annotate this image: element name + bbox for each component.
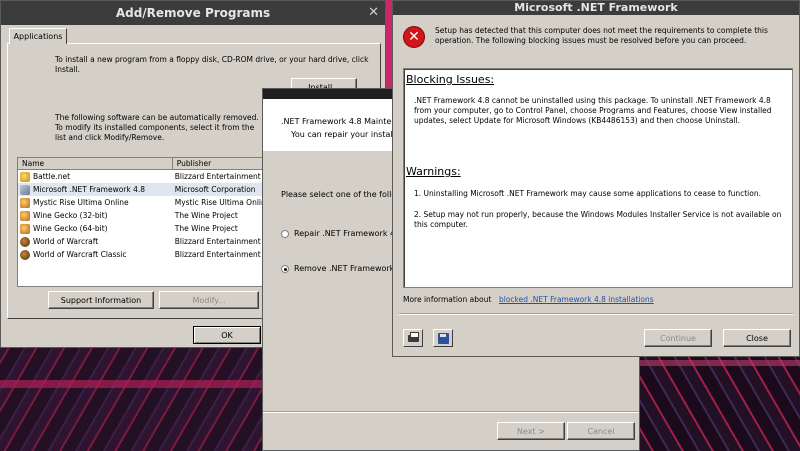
program-name: Microsoft .NET Framework 4.8 [33, 185, 146, 194]
next-button[interactable]: Next > [497, 422, 565, 440]
ok-button[interactable]: OK [193, 326, 261, 344]
error-icon: ✕ [403, 26, 425, 48]
printer-icon [408, 332, 419, 342]
list-item[interactable]: Wine Gecko (32-bit) The Wine Project [18, 209, 266, 222]
list-item[interactable]: Battle.net Blizzard Entertainment [18, 170, 266, 183]
battlenet-icon [20, 171, 30, 182]
program-publisher: Blizzard Entertainment [174, 172, 261, 181]
blocking-issues-box[interactable]: Blocking Issues: .NET Framework 4.8 cann… [403, 68, 793, 288]
modify-button[interactable]: Modify... [159, 291, 259, 309]
wallpaper-line-left [0, 380, 262, 388]
program-name: World of Warcraft [33, 237, 99, 246]
wine-icon [20, 197, 30, 208]
program-publisher: Microsoft Corporation [174, 185, 256, 194]
maintenance-separator [263, 411, 639, 413]
save-icon [438, 333, 449, 344]
remove-radio[interactable] [281, 265, 289, 273]
support-information-button[interactable]: Support Information [48, 291, 154, 309]
remove-instructions: The following software can be automatica… [55, 113, 259, 142]
close-button[interactable]: Close [723, 329, 791, 347]
arp-title: Add/Remove Programs [115, 6, 271, 20]
list-item[interactable]: Mystic Rise Ultima Online Mystic Rise Ul… [18, 196, 266, 209]
more-info-label: More information about [403, 295, 492, 304]
program-name: World of Warcraft Classic [33, 250, 127, 259]
continue-button[interactable]: Continue [644, 329, 712, 347]
program-publisher: Blizzard Entertainment [174, 250, 261, 259]
installed-programs-list[interactable]: Name Publisher Battle.net Blizzard Enter… [17, 157, 267, 287]
wallpaper-line-right [640, 360, 800, 366]
wallpaper-pattern-left [0, 345, 262, 451]
blocking-issue-text: .NET Framework 4.8 cannot be uninstalled… [414, 96, 772, 125]
netfw-title: Microsoft .NET Framework [514, 1, 678, 14]
save-button[interactable] [433, 329, 453, 347]
list-item[interactable]: World of Warcraft Blizzard Entertainment [18, 235, 266, 248]
wine-icon [20, 210, 30, 221]
wine-icon [20, 223, 30, 234]
dialog-separator [399, 313, 793, 315]
more-info-link[interactable]: blocked .NET Framework 4.8 installations [499, 295, 654, 304]
program-name: Wine Gecko (32-bit) [33, 211, 108, 220]
wow-icon [20, 236, 30, 247]
cancel-button[interactable]: Cancel [567, 422, 635, 440]
program-publisher: Blizzard Entertainment [174, 237, 261, 246]
column-name[interactable]: Name [18, 158, 173, 169]
repair-radio[interactable] [281, 230, 289, 238]
tab-applications[interactable]: Applications [9, 28, 67, 44]
list-item[interactable]: World of Warcraft Classic Blizzard Enter… [18, 248, 266, 261]
program-publisher: The Wine Project [174, 224, 238, 233]
setup-message: Setup has detected that this computer do… [435, 26, 768, 45]
warning-item: 2. Setup may not run properly, because t… [414, 210, 782, 229]
program-name: Mystic Rise Ultima Online [33, 198, 129, 207]
warnings-heading: Warnings: [406, 165, 461, 178]
netfw-titlebar[interactable]: Microsoft .NET Framework [393, 1, 799, 15]
blocking-issues-heading: Blocking Issues: [406, 73, 495, 86]
warning-item: 1. Uninstalling Microsoft .NET Framework… [414, 189, 761, 198]
list-item-selected[interactable]: Microsoft .NET Framework 4.8 Microsoft C… [18, 183, 266, 196]
list-header: Name Publisher [18, 158, 266, 170]
column-publisher[interactable]: Publisher [173, 158, 266, 169]
program-name: Battle.net [33, 172, 71, 181]
list-item[interactable]: Wine Gecko (64-bit) The Wine Project [18, 222, 266, 235]
program-name: Wine Gecko (64-bit) [33, 224, 108, 233]
arp-titlebar[interactable]: Add/Remove Programs ✕ [1, 1, 385, 25]
dotnet-framework-dialog: Microsoft .NET Framework ✕ Setup has det… [392, 0, 800, 357]
program-publisher: Mystic Rise Ultima Online [174, 198, 266, 207]
dotnet-icon [20, 184, 30, 195]
program-publisher: The Wine Project [174, 211, 238, 220]
install-instructions: To install a new program from a floppy d… [55, 55, 369, 74]
arp-close-icon[interactable]: ✕ [368, 5, 379, 20]
print-button[interactable] [403, 329, 423, 347]
wow-icon [20, 249, 30, 260]
repair-label[interactable]: Repair .NET Framework 4.8 [294, 229, 403, 238]
